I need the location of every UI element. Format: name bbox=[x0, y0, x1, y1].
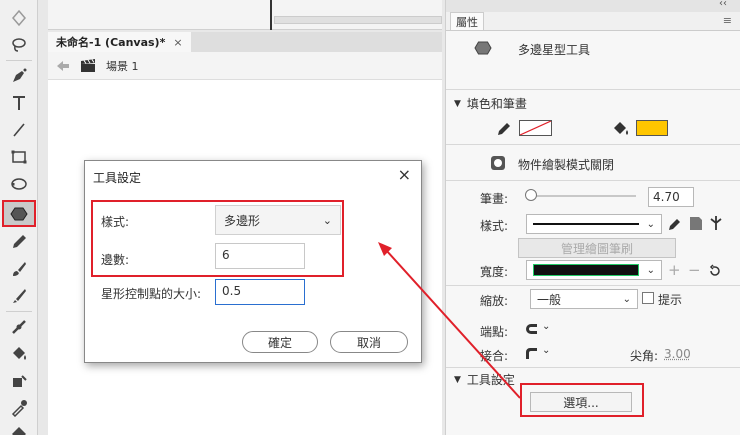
annotation-arrow bbox=[378, 242, 521, 399]
